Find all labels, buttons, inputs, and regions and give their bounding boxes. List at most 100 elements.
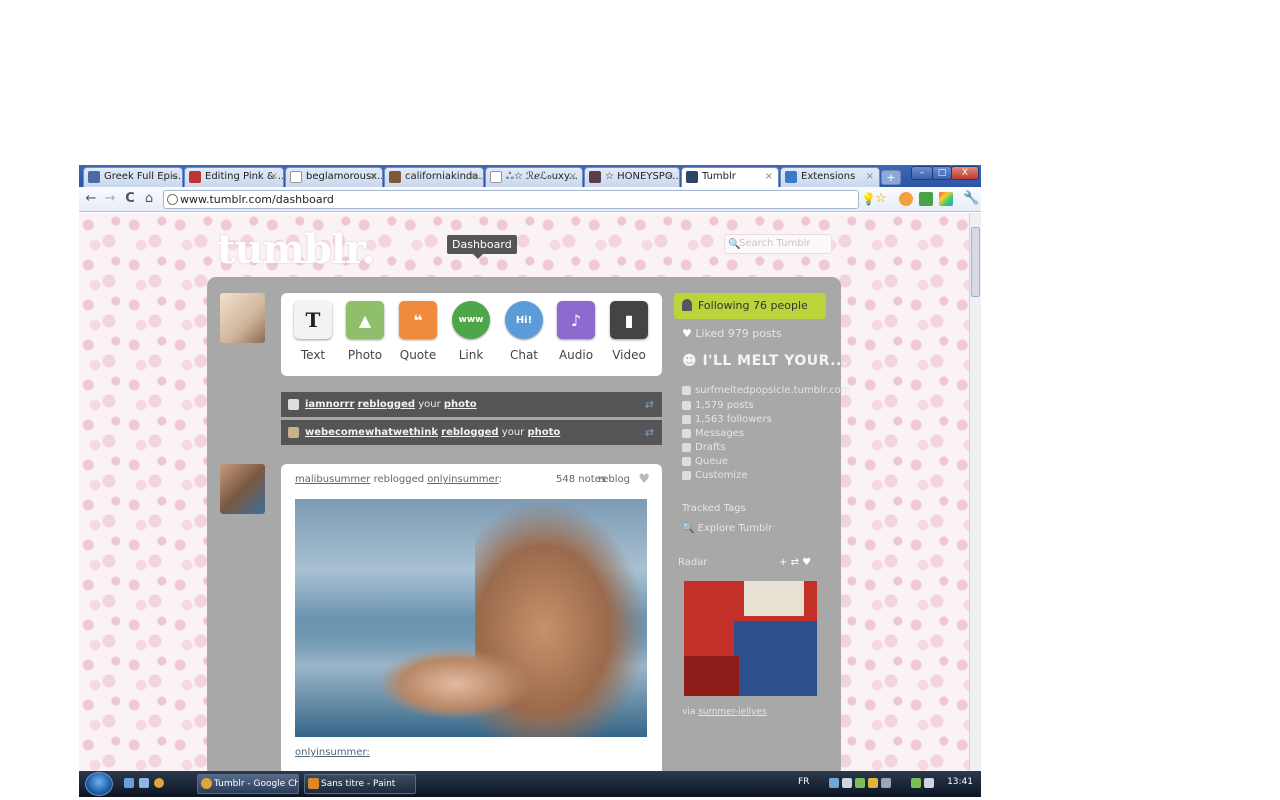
photo-foot [380,649,530,719]
like-heart-icon[interactable]: ♥ [638,472,650,487]
bookmark-star-icon[interactable]: ☆ [875,192,889,206]
back-button[interactable]: ← [82,190,100,208]
browser-tab[interactable]: ஃ☆ ℛℯℒℴuxy... × [485,167,583,187]
scrollbar-thumb[interactable] [971,227,980,297]
follow-icon[interactable]: + [779,557,791,568]
notification-text: your [418,399,444,410]
new-link-post-button[interactable]: www Link [445,299,497,369]
forward-button[interactable]: → [101,190,119,208]
tab-favicon-icon [389,171,401,183]
notification-user-link[interactable]: iamnorrr [305,399,354,410]
like-heart-icon[interactable]: ♥ [802,557,811,568]
drafts-link[interactable]: Drafts [682,442,725,453]
post-source-link[interactable]: onlyinsummer [427,474,498,485]
new-text-post-button[interactable]: T Text [287,299,339,369]
blog-title[interactable]: ☻ I'LL MELT YOUR... [682,353,848,369]
tab-close-icon[interactable]: × [666,168,674,186]
chrome-quicklaunch-icon[interactable] [154,778,164,788]
tumblr-favicon-icon [686,171,698,183]
blog-url-link[interactable]: surfmeltedpopsicle.tumblr.com [682,385,851,396]
volume-icon[interactable] [924,778,934,788]
post-photo[interactable] [295,499,647,737]
new-quote-post-button[interactable]: ❝ Quote [392,299,444,369]
new-photo-post-button[interactable]: ▲ Photo [339,299,391,369]
customize-link[interactable]: Customize [682,470,748,481]
lightbulb-icon[interactable]: 💡 [861,192,876,206]
extension-icon[interactable] [899,192,913,206]
liked-posts-link[interactable]: ♥ Liked 979 posts [682,327,782,340]
messages-link[interactable]: Messages [682,428,744,439]
tray-icon[interactable] [855,778,865,788]
notifier-avatar[interactable] [288,399,299,410]
browser-tab-active[interactable]: Tumblr × [681,167,779,187]
extension-icon[interactable] [939,192,953,206]
post-type-label: Video [612,348,646,362]
minimize-button[interactable]: – [911,166,933,180]
drafts-text: Drafts [695,442,726,453]
new-video-post-button[interactable]: ▮ Video [603,299,655,369]
page-scrollbar[interactable] [969,213,981,771]
reload-button[interactable]: C [121,190,139,208]
notification-object-link[interactable]: photo [527,427,560,438]
new-chat-post-button[interactable]: Hi! Chat [498,299,550,369]
language-indicator[interactable]: FR [798,777,809,787]
system-clock[interactable]: 13:41 [947,777,973,787]
windows-taskbar: Tumblr - Google Ch... Sans titre - Paint… [79,771,981,797]
post-author-avatar[interactable] [220,464,265,514]
home-button[interactable]: ⌂ [140,190,158,208]
tab-close-icon[interactable]: × [866,168,874,186]
tab-favicon-icon [88,171,100,183]
tab-close-icon[interactable]: × [470,168,478,186]
notification-user-link[interactable]: webecomewhatwethink [305,427,438,438]
new-tab-button[interactable]: + [881,170,901,185]
new-audio-post-button[interactable]: ♪ Audio [550,299,602,369]
browser-tab[interactable]: ☆ HONEYSPO... × [584,167,680,187]
tab-close-icon[interactable]: × [765,168,773,186]
notification-action-link[interactable]: reblogged [358,399,415,410]
tray-icon[interactable] [881,778,891,788]
tray-icon[interactable] [842,778,852,788]
show-desktop-icon[interactable] [124,778,134,788]
quicklaunch-icon[interactable] [139,778,149,788]
taskbar-chrome-button[interactable]: Tumblr - Google Ch... [197,774,299,794]
followers-link[interactable]: 1,563 followers [682,414,772,425]
taskbar-paint-button[interactable]: Sans titre - Paint [304,774,416,794]
page-info-icon[interactable] [167,194,178,205]
post-author-link[interactable]: malibusummer [295,474,370,485]
notification-action-link[interactable]: reblogged [441,427,498,438]
following-button[interactable]: Following 76 people [674,293,826,319]
network-icon[interactable] [911,778,921,788]
tray-icon[interactable] [829,778,839,788]
reblog-link[interactable]: reblog [598,474,630,485]
explore-tumblr-link[interactable]: 🔍 Explore Tumblr [682,523,772,534]
browser-tab[interactable]: beglamorousx... × [285,167,383,187]
maximize-button[interactable]: □ [932,166,952,180]
tab-close-icon[interactable]: × [169,168,177,186]
queue-link[interactable]: Queue [682,456,728,467]
user-avatar[interactable] [220,293,265,343]
followers-text: 1,563 followers [695,414,772,425]
browser-tab[interactable]: Extensions × [780,167,880,187]
search-input[interactable]: 🔍 Search Tumblr [724,234,832,254]
caption-source-link[interactable]: onlyinsummer [295,747,366,758]
reblog-icon[interactable]: ⇄ [791,557,803,568]
posts-count-link[interactable]: 1,579 posts [682,400,754,411]
tab-close-icon[interactable]: × [369,168,377,186]
close-window-button[interactable]: X [951,166,979,180]
tumblr-logo[interactable]: tumblr. [217,226,375,273]
tab-close-icon[interactable]: × [569,168,577,186]
address-bar[interactable]: www.tumblr.com/dashboard [163,190,859,209]
browser-tab[interactable]: Editing Pink & ... × [184,167,284,187]
notifier-avatar[interactable] [288,427,299,438]
radar-via-link[interactable]: summer-jellyes [698,707,766,717]
extension-icon[interactable] [919,192,933,206]
notification-object-link[interactable]: photo [444,399,477,410]
radar-photo[interactable] [684,581,817,696]
browser-tab[interactable]: californiakinda... × [384,167,484,187]
tab-close-icon[interactable]: × [270,168,278,186]
start-button[interactable] [85,772,113,796]
browser-tab[interactable]: Greek Full Epis... × [83,167,183,187]
tray-icon[interactable] [868,778,878,788]
wrench-icon[interactable]: 🔧 [963,192,979,206]
screenshot-frame: Greek Full Epis... × Editing Pink & ... … [79,165,981,797]
